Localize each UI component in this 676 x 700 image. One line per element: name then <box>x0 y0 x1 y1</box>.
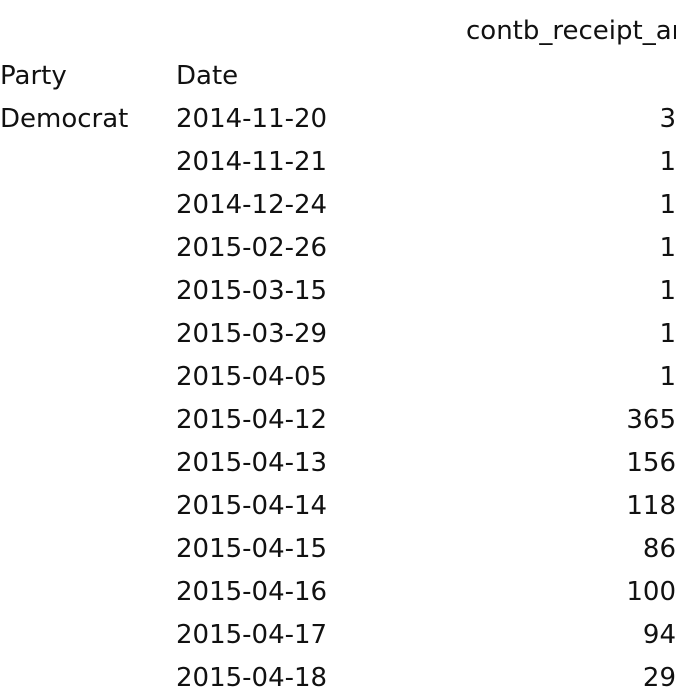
header-spacer-date <box>176 8 466 54</box>
cell-contb-receipt-amt: 100 <box>626 577 676 607</box>
cell-contb-receipt-amt: 3 <box>659 104 676 134</box>
table-body: Democrat 2014-11-20 3 2014-11-21 1 2014-12-24… <box>0 98 676 700</box>
table-row: 2015-03-29 1 <box>0 313 676 356</box>
dataframe-table: contb_receipt_amt Party Date Democrat 201… <box>0 8 676 700</box>
cell-contb-receipt-amt: 1 <box>659 233 676 263</box>
cell-party <box>0 141 176 184</box>
cell-contb-receipt-amt: 1 <box>659 362 676 392</box>
cell-contb-receipt-amt: 94 <box>642 620 676 650</box>
cell-party <box>0 528 176 571</box>
cell-date: 2015-04-13 <box>176 448 328 478</box>
cell-party <box>0 356 176 399</box>
index-names-row: Party Date <box>0 54 676 98</box>
table-row: 2015-04-13 156 <box>0 442 676 485</box>
table-row: 2015-04-16 100 <box>0 571 676 614</box>
cell-date: 2015-03-15 <box>176 276 328 306</box>
cell-date: 2015-04-16 <box>176 577 328 607</box>
table-row: 2015-04-14 118 <box>0 485 676 528</box>
cell-date: 2015-04-15 <box>176 534 328 564</box>
cell-date: 2015-03-29 <box>176 319 328 349</box>
cell-date: 2015-04-14 <box>176 491 328 521</box>
cell-contb-receipt-amt: 86 <box>642 534 676 564</box>
cell-party <box>0 657 176 700</box>
cell-party <box>0 270 176 313</box>
table-row: 2015-04-18 29 <box>0 657 676 700</box>
cell-party <box>0 399 176 442</box>
cell-date: 2015-04-17 <box>176 620 328 650</box>
cell-date: 2015-02-26 <box>176 233 328 263</box>
index-names-value-spacer <box>466 54 676 98</box>
table-row: 2014-12-24 1 <box>0 184 676 227</box>
cell-date: 2015-04-12 <box>176 405 328 435</box>
column-header-contb-receipt-amt: contb_receipt_amt <box>466 16 676 46</box>
table-row: 2015-04-17 94 <box>0 614 676 657</box>
table-row: 2015-04-12 365 <box>0 399 676 442</box>
value-column-header-row: contb_receipt_amt <box>0 8 676 54</box>
cell-party <box>0 184 176 227</box>
cell-contb-receipt-amt: 1 <box>659 319 676 349</box>
cell-date: 2015-04-05 <box>176 362 328 392</box>
table-row: 2015-04-05 1 <box>0 356 676 399</box>
cell-party <box>0 485 176 528</box>
table-head: contb_receipt_amt Party Date <box>0 8 676 98</box>
cell-contb-receipt-amt: 29 <box>642 663 676 693</box>
cell-date: 2014-11-21 <box>176 147 328 177</box>
index-name-party: Party <box>0 61 67 91</box>
header-spacer-party <box>0 8 176 54</box>
cell-party <box>0 442 176 485</box>
table-row: Democrat 2014-11-20 3 <box>0 98 676 141</box>
cell-party: Democrat <box>0 104 129 134</box>
top-spacer <box>0 0 676 8</box>
table-row: 2015-03-15 1 <box>0 270 676 313</box>
cell-contb-receipt-amt: 1 <box>659 276 676 306</box>
cell-contb-receipt-amt: 365 <box>626 405 676 435</box>
cell-contb-receipt-amt: 1 <box>659 190 676 220</box>
cell-contb-receipt-amt: 156 <box>626 448 676 478</box>
table-row: 2015-02-26 1 <box>0 227 676 270</box>
cell-date: 2014-12-24 <box>176 190 328 220</box>
cell-date: 2014-11-20 <box>176 104 328 134</box>
table-row: 2014-11-21 1 <box>0 141 676 184</box>
index-name-date: Date <box>176 61 239 91</box>
cell-contb-receipt-amt: 118 <box>626 491 676 521</box>
table-row: 2015-04-15 86 <box>0 528 676 571</box>
cell-party <box>0 313 176 356</box>
cell-party <box>0 614 176 657</box>
cell-party <box>0 571 176 614</box>
cell-party <box>0 227 176 270</box>
dataframe-output: contb_receipt_amt Party Date Democrat 201… <box>0 0 676 693</box>
cell-contb-receipt-amt: 1 <box>659 147 676 177</box>
cell-date: 2015-04-18 <box>176 663 328 693</box>
